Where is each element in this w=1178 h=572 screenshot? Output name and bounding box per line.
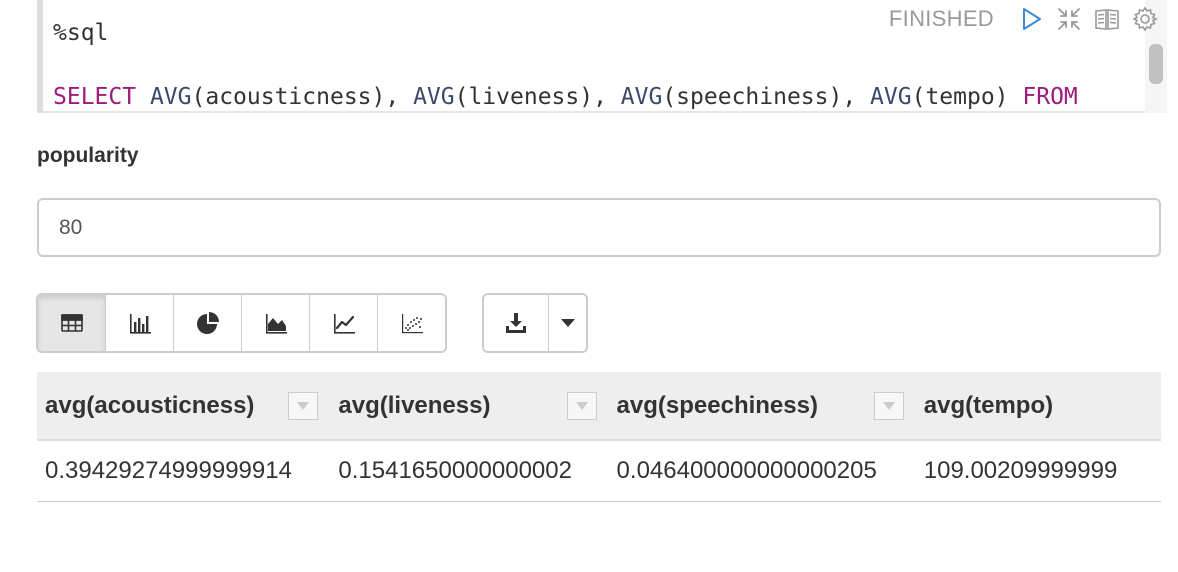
sql-function: AVG xyxy=(870,84,912,110)
gear-icon[interactable] xyxy=(1132,6,1158,32)
visualization-toolbar xyxy=(36,293,447,353)
sql-keyword: SELECT xyxy=(53,84,137,110)
area-chart-icon xyxy=(265,314,287,334)
download-button[interactable] xyxy=(484,295,548,351)
status-label: FINISHED xyxy=(888,6,994,31)
paragraph-controls: FINISHED xyxy=(889,6,1158,32)
table-cell: 0.1541650000000002 xyxy=(330,440,609,502)
table-view-button[interactable] xyxy=(38,295,106,351)
scatter-chart-button[interactable] xyxy=(378,295,445,351)
column-header[interactable]: avg(acousticness) xyxy=(37,372,331,441)
zeppelin-paragraph: %sql SELECT AVG(acousticness), AVG(liven… xyxy=(0,0,1178,572)
table-cell: 0.046400000000000205 xyxy=(608,440,916,502)
results-table-container[interactable]: avg(acousticness) avg(liveness) avg(spee… xyxy=(37,372,1161,502)
sql-function: AVG xyxy=(413,84,455,110)
editor-scrollbar-thumb[interactable] xyxy=(1149,44,1163,84)
sql-text: (tempo) xyxy=(911,84,1023,110)
sql-function: AVG xyxy=(620,84,663,110)
code-line-sql: SELECT AVG(acousticness), AVG(liveness),… xyxy=(53,84,1078,110)
bar-chart-button[interactable] xyxy=(106,295,174,351)
pie-chart-button[interactable] xyxy=(174,295,242,351)
download-icon xyxy=(506,313,526,333)
table-header-row: avg(acousticness) avg(liveness) avg(spee… xyxy=(37,372,1161,441)
sql-text: (acousticness), xyxy=(191,84,414,110)
results-table: avg(acousticness) avg(liveness) avg(spee… xyxy=(37,372,1161,502)
column-header-label: avg(acousticness) xyxy=(45,391,255,419)
column-header[interactable]: avg(liveness) xyxy=(330,372,609,441)
editor-divider xyxy=(43,111,1145,113)
table-icon xyxy=(60,314,83,332)
pie-chart-icon xyxy=(196,312,219,334)
sql-text: (speechiness), xyxy=(662,84,871,110)
caret-down-icon xyxy=(882,401,895,410)
book-icon[interactable] xyxy=(1094,6,1120,32)
form-label-popularity: popularity xyxy=(37,144,139,167)
column-header[interactable]: avg(speechiness) xyxy=(608,372,916,441)
download-toolbar xyxy=(482,293,588,353)
column-header-label: avg(tempo) xyxy=(923,391,1054,419)
line-chart-button[interactable] xyxy=(310,295,378,351)
download-options-button[interactable] xyxy=(548,295,586,351)
column-header[interactable]: avg(tempo) xyxy=(915,372,1161,441)
column-menu-button[interactable] xyxy=(873,391,904,420)
caret-down-icon xyxy=(575,401,588,410)
scatter-chart-icon xyxy=(401,314,423,334)
run-icon[interactable] xyxy=(1018,6,1044,32)
line-chart-icon xyxy=(333,314,355,334)
code-line-interpreter: %sql xyxy=(53,20,109,46)
bar-chart-icon xyxy=(129,314,151,334)
column-menu-button[interactable] xyxy=(288,391,319,420)
popularity-input[interactable] xyxy=(37,198,1161,257)
table-row: 0.39429274999999914 0.1541650000000002 0… xyxy=(37,440,1161,502)
table-cell: 0.39429274999999914 xyxy=(37,440,331,502)
table-cell: 109.00209999999 xyxy=(915,440,1161,502)
caret-down-icon xyxy=(560,319,575,327)
sql-function: AVG xyxy=(149,84,192,110)
column-menu-button[interactable] xyxy=(566,391,597,420)
column-header-label: avg(liveness) xyxy=(338,391,491,419)
collapse-icon[interactable] xyxy=(1056,6,1082,32)
sql-keyword: FROM xyxy=(1022,84,1078,110)
caret-down-icon xyxy=(297,401,310,410)
area-chart-button[interactable] xyxy=(242,295,310,351)
sql-text: (liveness), xyxy=(454,84,621,110)
column-header-label: avg(speechiness) xyxy=(616,391,818,419)
